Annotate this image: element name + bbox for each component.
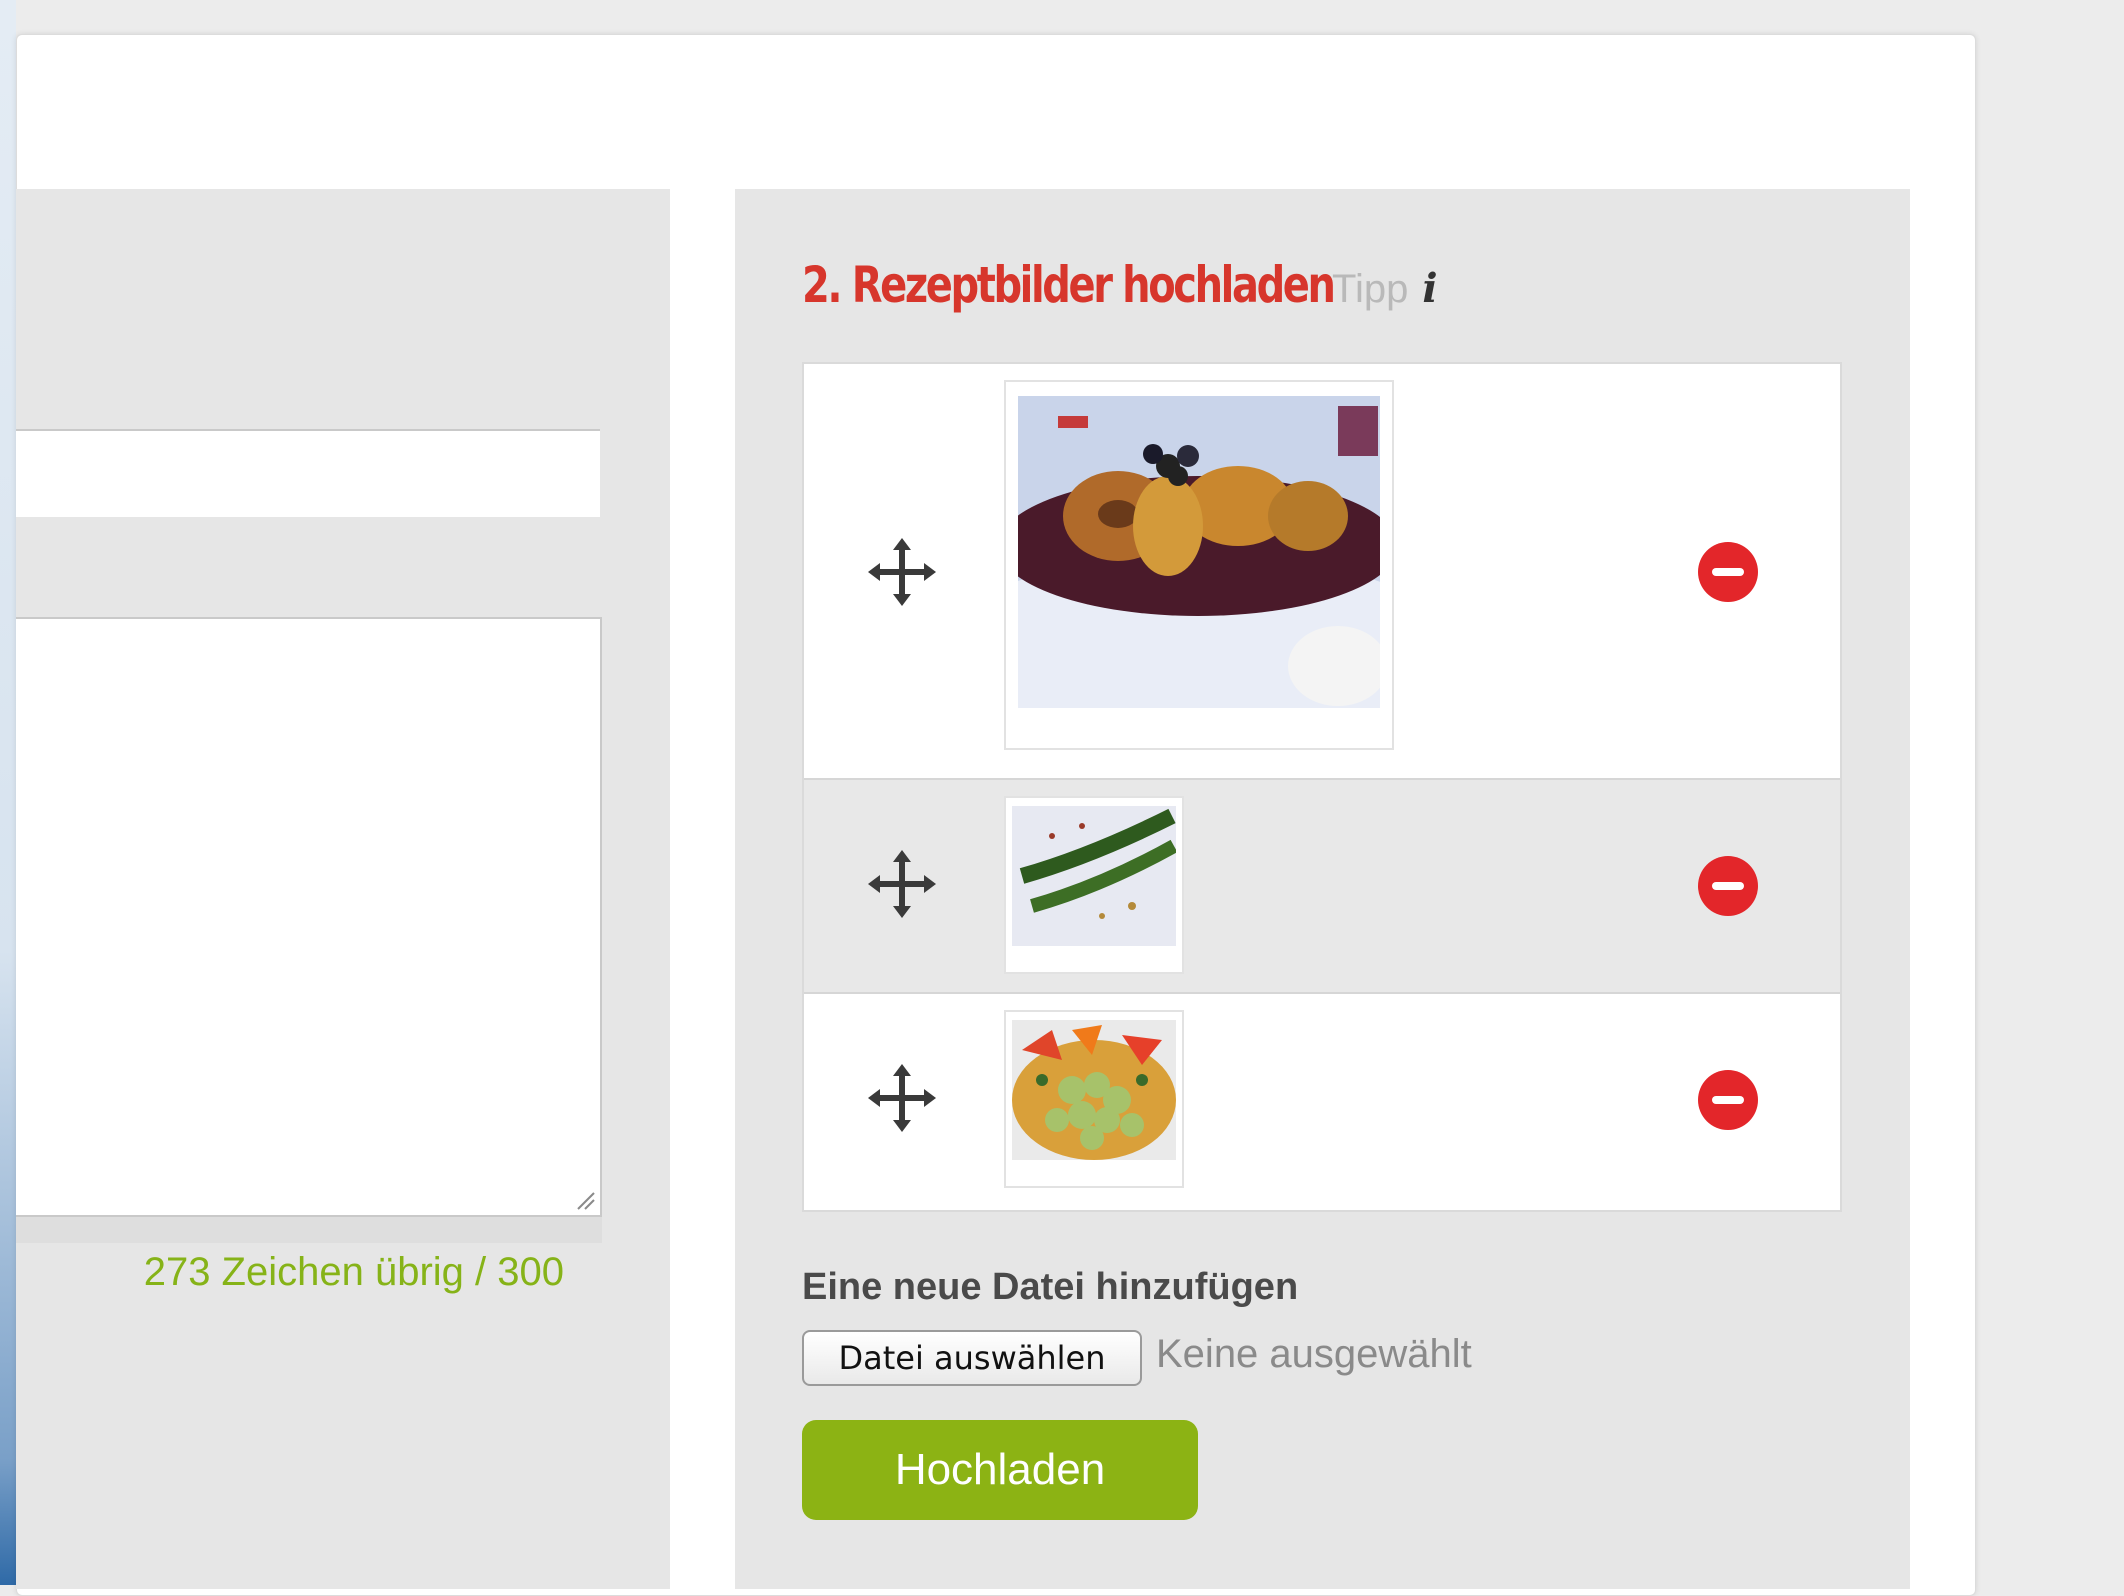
tip-link[interactable]: Tipp xyxy=(1332,267,1408,312)
resize-handle-icon[interactable] xyxy=(574,1189,596,1211)
asparagus-photo xyxy=(1012,806,1176,946)
remove-icon[interactable] xyxy=(1698,1070,1758,1130)
recipe-description-textarea[interactable] xyxy=(16,617,602,1217)
move-icon[interactable] xyxy=(868,1064,936,1132)
remove-icon[interactable] xyxy=(1698,856,1758,916)
move-icon[interactable] xyxy=(868,850,936,918)
dessert-photo xyxy=(1018,396,1380,708)
move-icon[interactable] xyxy=(868,538,936,606)
image-row xyxy=(804,364,1840,780)
choose-file-button[interactable]: Datei auswählen xyxy=(802,1330,1142,1386)
image-thumbnail xyxy=(1004,380,1394,750)
image-thumbnail xyxy=(1004,796,1184,974)
recipe-title-input[interactable] xyxy=(16,429,600,517)
textarea-footer xyxy=(16,1217,602,1243)
image-row xyxy=(804,994,1840,1210)
background-edge xyxy=(0,0,16,1585)
section-heading: 2. Rezeptbilder hochladen Tipp i xyxy=(802,256,1438,326)
remove-icon[interactable] xyxy=(1698,542,1758,602)
file-status-text: Keine ausgewählt xyxy=(1156,1332,1472,1376)
image-thumbnail xyxy=(1004,1010,1184,1188)
add-file-label: Eine neue Datei hinzufügen xyxy=(802,1266,1299,1308)
grapes-salad-photo xyxy=(1012,1020,1176,1160)
image-list xyxy=(802,362,1842,1212)
section-title: 2. Rezeptbilder hochladen xyxy=(802,256,1336,314)
info-icon[interactable]: i xyxy=(1422,265,1437,312)
character-counter: 273 Zeichen übrig / 300 xyxy=(143,1250,564,1294)
upload-button[interactable]: Hochladen xyxy=(802,1420,1198,1520)
image-row xyxy=(804,780,1840,994)
